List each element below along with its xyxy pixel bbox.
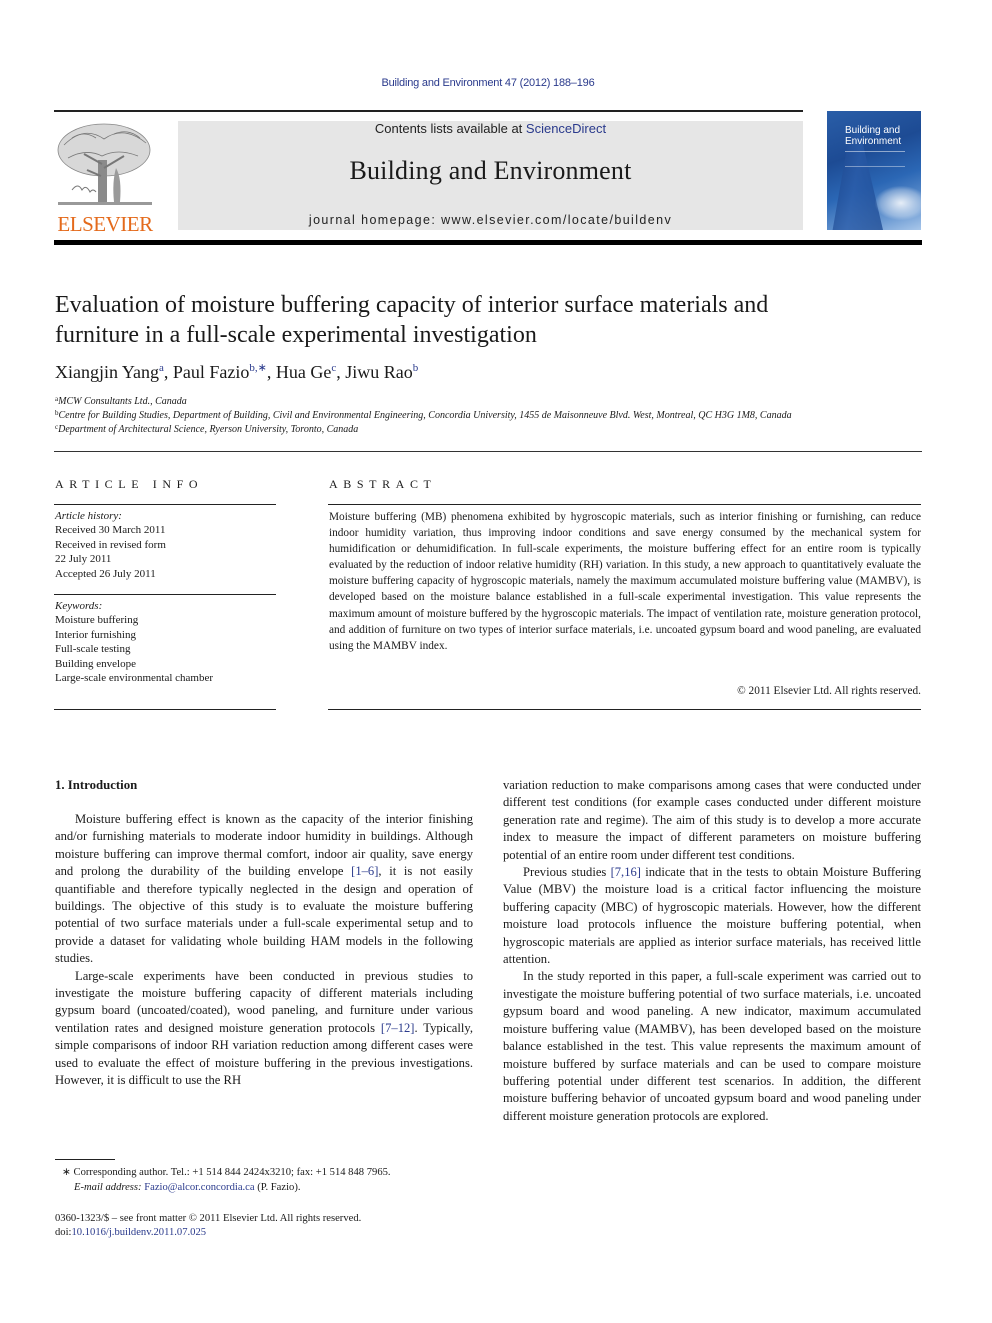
journal-title: Building and Environment bbox=[349, 156, 632, 185]
article-info-heading: ARTICLE INFO bbox=[55, 477, 204, 491]
keywords-label: Keywords: bbox=[55, 600, 103, 612]
journal-reference[interactable]: Building and Environment 47 (2012) 188–1… bbox=[0, 77, 976, 89]
author[interactable]: Xiangjin Yanga, bbox=[55, 362, 173, 382]
article-title-line: Evaluation of moisture buffering capacit… bbox=[55, 292, 769, 318]
email-link[interactable]: Fazio@alcor.concordia.ca bbox=[144, 1182, 254, 1193]
affiliation: cDepartment of Architectural Science, Ry… bbox=[55, 423, 358, 435]
author-name[interactable]: Xiangjin Yang bbox=[55, 362, 159, 382]
footnote-rule bbox=[55, 1159, 115, 1160]
affiliation: aMCW Consultants Ltd., Canada bbox=[55, 395, 187, 407]
author[interactable]: Jiwu Raob bbox=[345, 362, 418, 382]
publisher-wordmark: ELSEVIER bbox=[57, 212, 153, 236]
keyword: Moisture buffering bbox=[55, 614, 139, 627]
citation-link[interactable]: [7–12] bbox=[381, 1021, 415, 1035]
history-item: Accepted 26 July 2011 bbox=[55, 567, 156, 580]
divider bbox=[54, 594, 276, 595]
cover-title-line: Environment bbox=[845, 136, 902, 147]
section-heading-introduction: 1. Introduction bbox=[55, 778, 138, 792]
author-separator: , bbox=[336, 362, 346, 382]
email-label: E-mail address: bbox=[74, 1182, 145, 1193]
author-name[interactable]: Jiwu Rao bbox=[345, 362, 413, 382]
affiliation-marker[interactable]: b,∗ bbox=[249, 362, 266, 374]
affiliation-text: MCW Consultants Ltd., Canada bbox=[58, 396, 187, 407]
affiliation-marker[interactable]: b bbox=[413, 362, 419, 374]
affiliation-text: Department of Architectural Science, Rye… bbox=[58, 424, 359, 435]
paragraph: In the study reported in this paper, a f… bbox=[503, 968, 921, 1125]
cover-title: Building and Environment bbox=[845, 125, 901, 147]
divider bbox=[328, 504, 921, 505]
citation-link[interactable]: [7,16] bbox=[611, 865, 641, 879]
paragraph: Large-scale experiments have been conduc… bbox=[55, 968, 473, 1090]
body-column-right: variation reduction to make comparisons … bbox=[503, 777, 921, 1125]
cover-title-line: Building and bbox=[845, 125, 901, 136]
paragraph-text: variation reduction to make comparisons … bbox=[503, 778, 921, 862]
history-item: 22 July 2011 bbox=[55, 553, 112, 566]
contents-line: Contents lists available at ScienceDirec… bbox=[178, 121, 803, 136]
author-name[interactable]: Hua Ge bbox=[276, 362, 331, 382]
author-name[interactable]: Paul Fazio bbox=[173, 362, 250, 382]
header-rule bbox=[54, 110, 803, 112]
email-note: E-mail address: Fazio@alcor.concordia.ca… bbox=[74, 1180, 301, 1195]
paragraph: Previous studies [7,16] indicate that in… bbox=[503, 864, 921, 968]
email-suffix: (P. Fazio). bbox=[254, 1182, 301, 1193]
sciencedirect-link[interactable]: ScienceDirect bbox=[526, 121, 606, 136]
divider bbox=[54, 451, 922, 452]
citation-link[interactable]: [1–6] bbox=[351, 864, 378, 878]
paragraph-text: , it is not easily quantifiable and ther… bbox=[55, 864, 473, 966]
divider bbox=[54, 504, 276, 505]
cover-cloud-graphic bbox=[875, 186, 921, 220]
divider bbox=[54, 709, 276, 710]
paragraph-text: In the study reported in this paper, a f… bbox=[503, 969, 921, 1123]
keyword: Building envelope bbox=[55, 657, 136, 670]
paragraph-text: Previous studies bbox=[523, 865, 611, 880]
paragraph: Moisture buffering effect is known as th… bbox=[55, 811, 473, 968]
abstract-heading: ABSTRACT bbox=[329, 477, 437, 491]
journal-homepage-link[interactable]: journal homepage: www.elsevier.com/locat… bbox=[178, 213, 803, 227]
article-history-label: Article history: bbox=[55, 510, 122, 522]
paragraph: variation reduction to make comparisons … bbox=[503, 777, 921, 864]
keyword: Large-scale environmental chamber bbox=[55, 672, 213, 685]
author[interactable]: Hua Gec, bbox=[276, 362, 345, 382]
paragraph-text: indicate that in the tests to obtain Moi… bbox=[503, 865, 922, 967]
doi-link[interactable]: 10.1016/j.buildenv.2011.07.025 bbox=[71, 1227, 206, 1238]
divider bbox=[328, 709, 921, 710]
author[interactable]: Paul Faziob,∗, bbox=[173, 362, 276, 382]
contents-prefix: Contents lists available at bbox=[374, 121, 526, 136]
affiliation: bCentre for Building Studies, Department… bbox=[55, 409, 792, 421]
front-matter-note: 0360-1323/$ – see front matter © 2011 El… bbox=[55, 1213, 362, 1224]
keywords: Keywords: Moisture buffering Interior fu… bbox=[55, 599, 277, 685]
history-item: Received 30 March 2011 bbox=[55, 524, 166, 537]
affiliation-text: Centre for Building Studies, Department … bbox=[58, 410, 792, 421]
author-separator: , bbox=[266, 362, 276, 382]
keyword: Interior furnishing bbox=[55, 628, 136, 641]
author-separator: , bbox=[163, 362, 173, 382]
abstract-text: Moisture buffering (MB) phenomena exhibi… bbox=[329, 511, 921, 652]
header-thick-rule bbox=[54, 240, 922, 245]
doi-line: doi:10.1016/j.buildenv.2011.07.025 bbox=[55, 1225, 206, 1240]
corresponding-author-note: ∗ Corresponding author. Tel.: +1 514 844… bbox=[62, 1167, 391, 1178]
abstract-copyright: © 2011 Elsevier Ltd. All rights reserved… bbox=[737, 685, 921, 697]
history-item: Received in revised form bbox=[55, 538, 166, 551]
cover-subtitle-block bbox=[845, 151, 905, 167]
journal-cover-image[interactable]: Building and Environment bbox=[827, 111, 921, 230]
doi-label: doi: bbox=[55, 1227, 72, 1238]
article-history: Article history: Received 30 March 2011 … bbox=[55, 509, 277, 581]
body-column-left: Moisture buffering effect is known as th… bbox=[55, 811, 473, 1090]
keyword: Full-scale testing bbox=[55, 643, 131, 656]
article-title: Evaluation of moisture buffering capacit… bbox=[55, 290, 935, 350]
author-list: Xiangjin Yanga, Paul Faziob,∗, Hua Gec, … bbox=[55, 361, 418, 383]
article-title-line: furniture in a full-scale experimental i… bbox=[55, 322, 537, 348]
